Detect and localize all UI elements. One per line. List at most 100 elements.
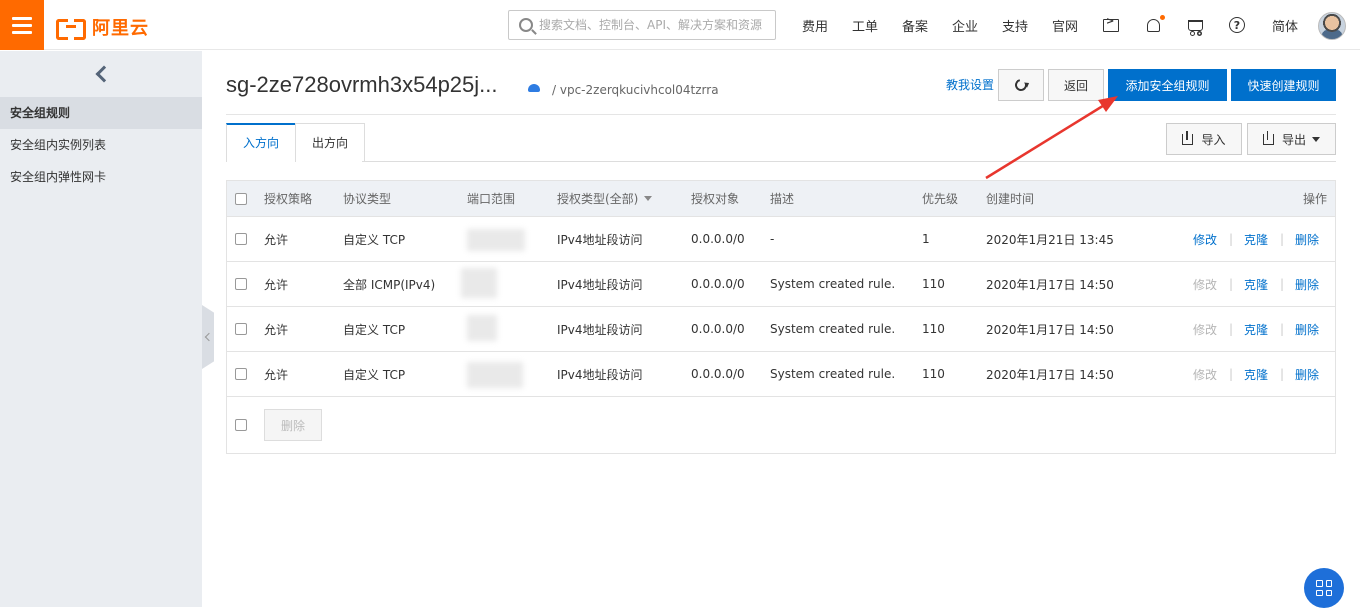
nav-icp[interactable]: 备案 [890, 16, 940, 35]
nav-support[interactable]: 支持 [990, 16, 1040, 35]
edit-link[interactable]: 修改 [1193, 217, 1217, 261]
nav-fees[interactable]: 费用 [790, 16, 840, 35]
cell-priority: 110 [922, 367, 945, 381]
nav-tickets[interactable]: 工单 [840, 16, 890, 35]
terminal-icon[interactable] [1090, 0, 1132, 50]
sidebar: 安全组规则 安全组内实例列表 安全组内弹性网卡 [0, 51, 202, 607]
import-button[interactable]: 导入 [1166, 123, 1242, 155]
clone-link[interactable]: 克隆 [1244, 352, 1268, 396]
row-checkbox[interactable] [235, 323, 247, 335]
search-input[interactable] [539, 18, 769, 32]
nav-website[interactable]: 官网 [1040, 16, 1090, 35]
hamburger-menu-icon[interactable] [0, 0, 44, 50]
cell-priority: 110 [922, 277, 945, 291]
nav-enterprise[interactable]: 企业 [940, 16, 990, 35]
export-button[interactable]: 导出 [1247, 123, 1336, 155]
cell-protocol: 自定义 TCP [343, 322, 406, 337]
clone-link[interactable]: 克隆 [1244, 307, 1268, 351]
row-checkbox[interactable] [235, 368, 247, 380]
cell-created: 2020年1月21日 13:45 [986, 232, 1114, 247]
separator: | [1280, 277, 1285, 291]
tab-outbound[interactable]: 出方向 [295, 123, 366, 162]
cell-auth-type: IPv4地址段访问 [557, 367, 643, 382]
cell-priority: 1 [922, 232, 930, 246]
brand-logo[interactable]: 阿里云 [56, 14, 149, 40]
export-label: 导出 [1281, 132, 1306, 147]
cell-description: System created rule. [770, 367, 896, 381]
quick-create-rule-button[interactable]: 快速创建规则 [1231, 69, 1336, 101]
user-avatar[interactable] [1318, 12, 1346, 40]
cell-description: System created rule. [770, 322, 896, 336]
header-auth-type-filter[interactable]: 授权类型(全部) [557, 181, 653, 216]
sidebar-collapse-button[interactable] [0, 51, 202, 97]
separator: | [1280, 232, 1285, 246]
delete-link[interactable]: 删除 [1295, 307, 1319, 351]
header-policy: 授权策略 [264, 192, 313, 206]
cell-policy: 允许 [264, 277, 289, 292]
tab-inbound[interactable]: 入方向 [226, 123, 297, 162]
cell-protocol: 自定义 TCP [343, 232, 406, 247]
rules-table: 授权策略 协议类型 端口范围 授权类型(全部) 授权对象 描述 优先级 创建时间… [226, 180, 1336, 454]
redacted-port [467, 362, 523, 388]
bell-icon[interactable] [1132, 0, 1174, 50]
caret-down-icon [644, 196, 653, 201]
chevron-left-icon [204, 332, 214, 342]
delete-link[interactable]: 删除 [1295, 217, 1319, 261]
clone-link[interactable]: 克隆 [1244, 262, 1268, 306]
redacted-port [467, 315, 497, 341]
sidebar-item-instances[interactable]: 安全组内实例列表 [0, 129, 202, 161]
edit-link: 修改 [1193, 367, 1218, 382]
bulk-delete-button: 删除 [264, 409, 322, 441]
table-row: 允许 自定义 TCP IPv4地址段访问 0.0.0.0/0 - 1 2020年… [227, 217, 1335, 262]
page-title: sg-2ze728ovrmh3x54p25j... [226, 72, 498, 97]
delete-link[interactable]: 删除 [1295, 262, 1319, 306]
divider [226, 114, 1336, 115]
cell-auth-type: IPv4地址段访问 [557, 322, 643, 337]
header-operations: 操作 [1303, 192, 1328, 206]
header-description: 描述 [770, 192, 795, 206]
cloud-icon[interactable] [528, 84, 540, 92]
arrow-shaft [985, 102, 1107, 180]
apps-grid-button[interactable] [1304, 568, 1344, 608]
footer-select-all-checkbox[interactable] [235, 419, 247, 431]
upload-icon [1182, 130, 1194, 145]
sidebar-item-eni[interactable]: 安全组内弹性网卡 [0, 161, 202, 193]
cell-created: 2020年1月17日 14:50 [986, 322, 1114, 337]
header-priority: 优先级 [922, 192, 959, 206]
cell-protocol: 全部 ICMP(IPv4) [343, 277, 436, 292]
cell-auth-type: IPv4地址段访问 [557, 232, 643, 247]
redacted-port [461, 268, 497, 298]
cell-policy: 允许 [264, 367, 289, 382]
search-box[interactable] [508, 10, 776, 40]
settings-guide-link[interactable]: 教我设置 [946, 76, 994, 93]
vpc-id[interactable]: / vpc-2zerqkucivhcol04tzrra [552, 83, 719, 97]
back-button[interactable]: 返回 [1048, 69, 1104, 101]
table-footer: 删除 [227, 397, 1335, 454]
top-nav: 费用 工单 备案 企业 支持 官网 ? 简体 [790, 0, 1312, 50]
edit-link: 修改 [1193, 322, 1218, 337]
header-protocol: 协议类型 [343, 192, 392, 206]
sidebar-item-security-rules[interactable]: 安全组规则 [0, 97, 202, 129]
delete-link[interactable]: 删除 [1295, 352, 1319, 396]
divider [362, 161, 1336, 162]
language-switch[interactable]: 简体 [1258, 16, 1312, 35]
search-icon [519, 18, 533, 32]
help-icon[interactable]: ? [1216, 0, 1258, 50]
row-checkbox[interactable] [235, 278, 247, 290]
sidebar-toggle-handle[interactable] [202, 305, 214, 369]
download-icon [1262, 130, 1274, 145]
caret-down-icon [1312, 136, 1320, 142]
add-security-rule-button[interactable]: 添加安全组规则 [1108, 69, 1227, 101]
grid-icon [1316, 580, 1332, 596]
cart-icon[interactable] [1174, 0, 1216, 50]
select-all-checkbox[interactable] [235, 192, 247, 205]
clone-link[interactable]: 克隆 [1244, 217, 1268, 261]
chevron-left-icon [95, 65, 113, 83]
header-auth-type: 授权类型(全部) [557, 192, 639, 206]
row-checkbox[interactable] [235, 233, 247, 245]
cell-target: 0.0.0.0/0 [691, 322, 745, 336]
refresh-button[interactable] [998, 69, 1044, 101]
direction-tabs: 入方向 出方向 [226, 123, 366, 162]
cell-target: 0.0.0.0/0 [691, 367, 745, 381]
aliyun-logo-icon [56, 17, 86, 40]
